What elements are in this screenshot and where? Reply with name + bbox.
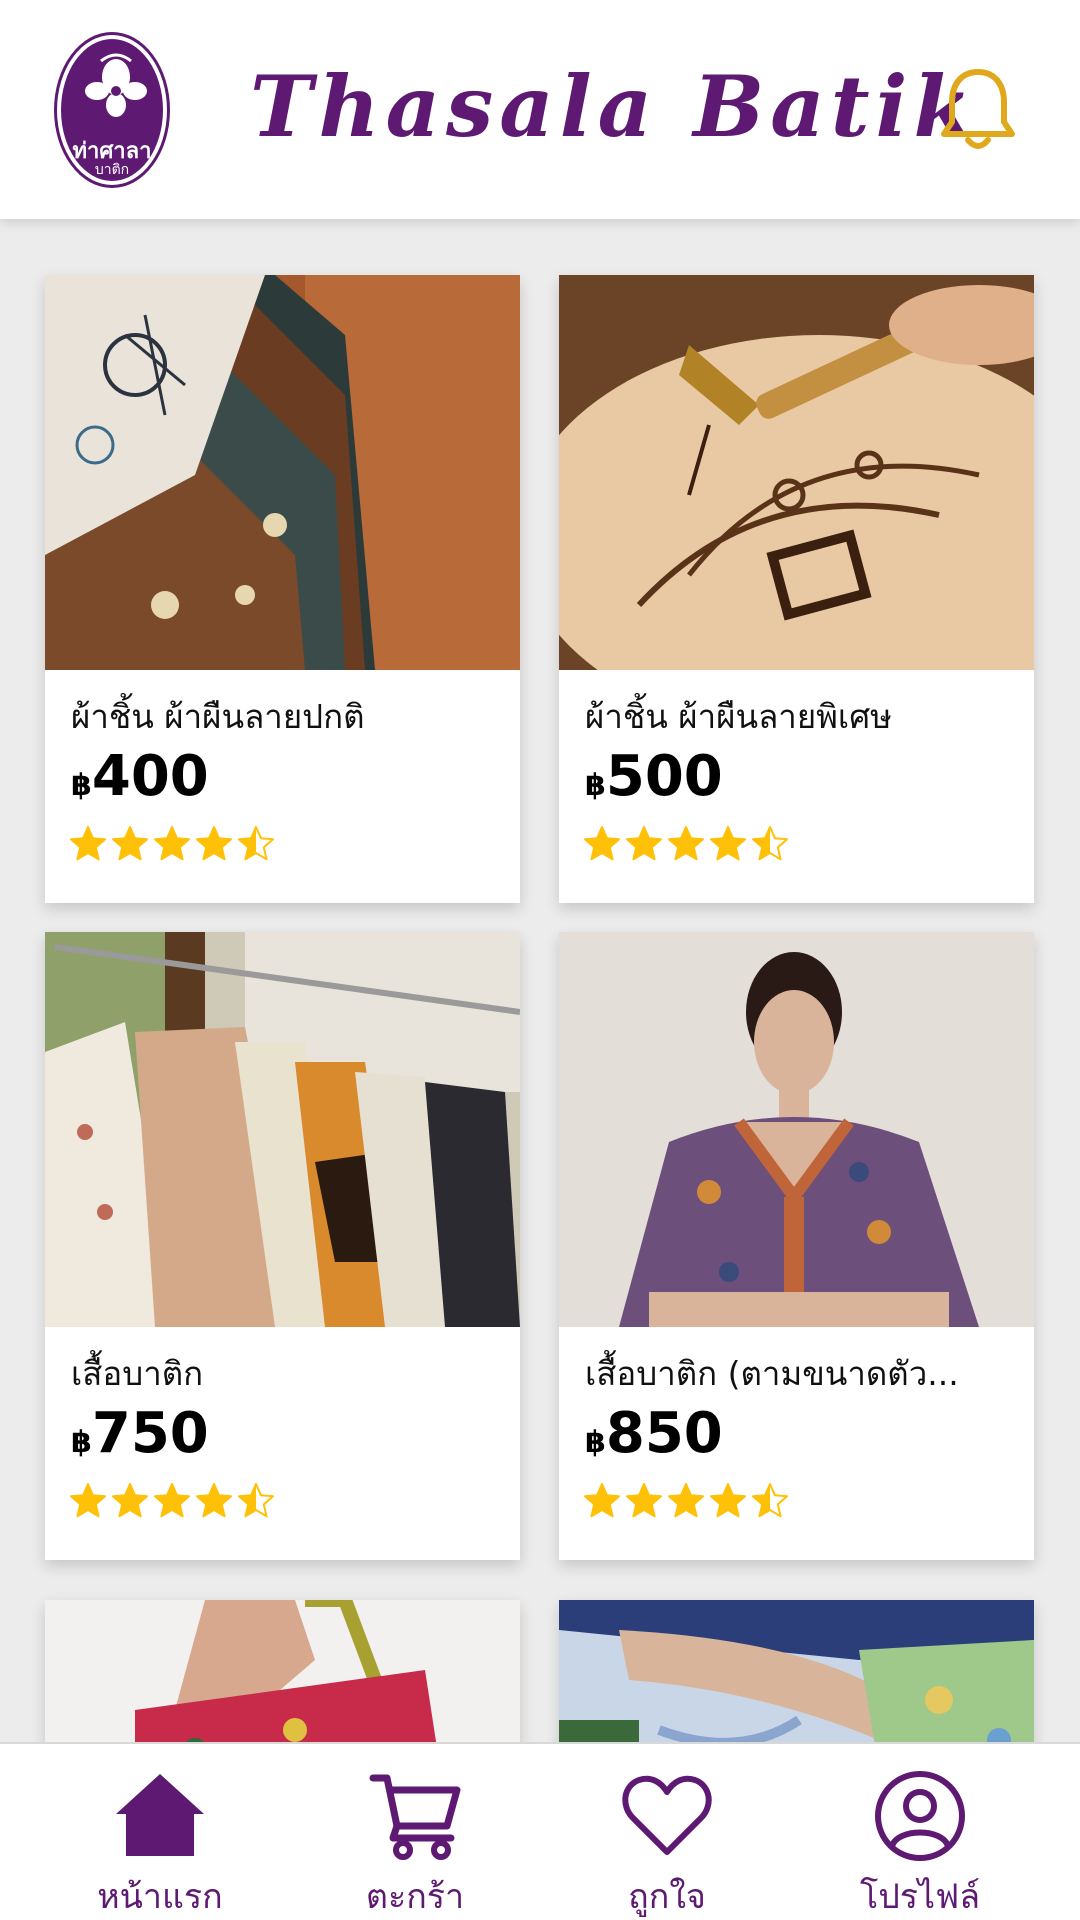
product-image-shirt-rack[interactable] <box>45 932 520 1327</box>
star-full-icon <box>584 826 620 861</box>
product-price: ฿850 <box>585 1402 723 1475</box>
star-full-icon <box>584 1483 620 1518</box>
price-value: 500 <box>605 744 723 809</box>
product-name: เสื้อบาติก <box>71 1354 204 1393</box>
star-full-icon <box>710 826 746 861</box>
currency-symbol: ฿ <box>585 1425 606 1460</box>
star-half-icon <box>752 1483 788 1518</box>
nav-label: ถูกใจ <box>628 1877 706 1917</box>
nav-label: ตะกร้า <box>365 1877 465 1917</box>
product-card[interactable]: เสื้อบาติก (ตามขนาดตัว... ฿850 <box>559 932 1034 1560</box>
product-image-batik-stack[interactable] <box>45 275 520 670</box>
star-full-icon <box>70 826 106 861</box>
bottom-navigation: หน้าแรก ตะกร้า ถูกใจ โปรไฟล์ <box>0 1742 1080 1920</box>
star-full-icon <box>112 1483 148 1518</box>
currency-symbol: ฿ <box>71 768 92 803</box>
cart-icon <box>369 1774 461 1860</box>
product-image-model-batik-dress[interactable] <box>559 932 1034 1327</box>
nav-item-home[interactable]: หน้าแรก <box>25 1744 295 1920</box>
price-value: 750 <box>91 1401 209 1466</box>
nav-label: หน้าแรก <box>97 1877 223 1917</box>
star-half-icon <box>238 1483 274 1518</box>
product-price: ฿500 <box>585 745 723 818</box>
currency-symbol: ฿ <box>585 768 606 803</box>
nav-label: โปรไฟล์ <box>859 1877 981 1917</box>
home-icon <box>116 1774 204 1856</box>
nav-item-cart[interactable]: ตะกร้า <box>280 1744 550 1920</box>
star-full-icon <box>196 826 232 861</box>
star-full-icon <box>668 1483 704 1518</box>
rating-stars <box>69 1482 275 1522</box>
star-half-icon <box>752 826 788 861</box>
app-header: ท่าศาลา บาติก Thasala Batik <box>0 0 1080 219</box>
nav-item-profile[interactable]: โปรไฟล์ <box>785 1744 1055 1920</box>
star-full-icon <box>626 1483 662 1518</box>
star-full-icon <box>112 826 148 861</box>
product-price: ฿400 <box>71 745 209 818</box>
app-title: Thasala Batik <box>250 57 978 156</box>
product-card[interactable]: ผ้าชิ้น ผ้าผืนลายพิเศษ ฿500 <box>559 275 1034 903</box>
rating-stars <box>583 825 789 865</box>
product-card[interactable]: เสื้อบาติก ฿750 <box>45 932 520 1560</box>
heart-icon <box>622 1775 712 1855</box>
product-image-canting-wax[interactable] <box>559 275 1034 670</box>
star-half-icon <box>238 826 274 861</box>
star-full-icon <box>154 1483 190 1518</box>
product-price: ฿750 <box>71 1402 209 1475</box>
nav-item-favorites[interactable]: ถูกใจ <box>532 1744 802 1920</box>
product-name: ผ้าชิ้น ผ้าผืนลายปกติ <box>71 697 365 736</box>
currency-symbol: ฿ <box>71 1425 92 1460</box>
star-full-icon <box>70 1483 106 1518</box>
rating-stars <box>69 825 275 865</box>
rating-stars <box>583 1482 789 1522</box>
home-screen: ท่าศาลา บาติก Thasala Batik ผ้าชิ้น ผ้าผ… <box>0 0 1080 1920</box>
star-full-icon <box>626 826 662 861</box>
star-full-icon <box>668 826 704 861</box>
price-value: 400 <box>91 744 209 809</box>
logo-subtext: บาติก <box>94 162 130 178</box>
price-value: 850 <box>605 1401 723 1466</box>
star-full-icon <box>154 826 190 861</box>
bell-icon[interactable] <box>940 66 1016 154</box>
product-name: เสื้อบาติก (ตามขนาดตัว... <box>585 1354 959 1393</box>
star-full-icon <box>196 1483 232 1518</box>
product-card[interactable]: ผ้าชิ้น ผ้าผืนลายปกติ ฿400 <box>45 275 520 903</box>
brand-logo[interactable]: ท่าศาลา บาติก <box>57 35 167 185</box>
profile-icon <box>875 1771 965 1861</box>
product-name: ผ้าชิ้น ผ้าผืนลายพิเศษ <box>585 697 892 736</box>
star-full-icon <box>710 1483 746 1518</box>
